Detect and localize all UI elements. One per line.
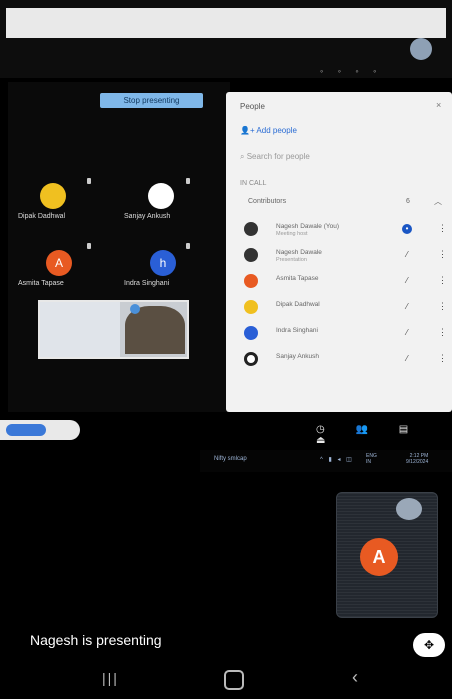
clock-date: 9/12/2024 <box>406 459 429 465</box>
search-people-input[interactable]: ⌕ Search for people <box>240 152 310 162</box>
mic-muted-icon <box>396 498 422 520</box>
participant-avatar <box>244 274 258 288</box>
windows-taskbar: Nifty smlcap ^ ▮ ◂ ◫ ENG IN 2:12 PM 9/12… <box>200 450 452 472</box>
video-background <box>40 302 120 357</box>
participant-name: Dipak Dadhwal <box>18 213 66 220</box>
more-options-icon[interactable]: ⋮ <box>438 327 447 338</box>
meeting-stage <box>8 82 230 412</box>
window-controls[interactable]: ◦ ◦ ◦ ◦ <box>320 66 440 78</box>
add-person-icon: 👤+ <box>240 126 257 135</box>
participant-name: Nagesh Dawale <box>276 249 322 256</box>
mic-off-icon <box>87 243 91 249</box>
participant-avatar <box>244 300 258 314</box>
mic-off-icon <box>87 178 91 184</box>
more-options-icon[interactable]: ⋮ <box>438 353 447 364</box>
participant-avatar <box>40 183 66 209</box>
participant-name: Asmita Tapase <box>18 280 64 287</box>
presentation-icon <box>244 248 258 262</box>
mic-muted-icon[interactable] <box>410 38 432 60</box>
mic-active-icon[interactable]: • <box>402 224 412 234</box>
participant-row[interactable]: Sanjay Ankush ⁄ ⋮ <box>226 348 452 372</box>
participant-avatar <box>244 352 258 366</box>
more-options-icon[interactable]: ⋮ <box>438 301 447 312</box>
mic-off-icon[interactable]: ⁄ <box>402 250 412 260</box>
search-placeholder: Search for people <box>246 152 310 161</box>
meeting-toolbar[interactable]: ◷ 👥 ▤ ⏏ <box>316 424 452 446</box>
contributors-heading[interactable]: Contributors <box>248 198 286 205</box>
add-people-button[interactable]: 👤+ Add people <box>240 126 297 135</box>
search-icon: ⌕ <box>240 152 247 161</box>
close-icon[interactable]: × <box>436 100 441 110</box>
participant-name: Indra Singhani <box>276 327 318 334</box>
participant-avatar <box>148 183 174 209</box>
people-panel: People × 👤+ Add people ⌕ Search for peop… <box>226 92 452 412</box>
participant-row[interactable]: Asmita Tapase ⁄ ⋮ <box>226 270 452 294</box>
panel-title: People <box>240 102 265 111</box>
clock[interactable]: 2:12 PM 9/12/2024 <box>406 453 428 465</box>
add-people-label: Add people <box>256 126 297 135</box>
language-indicator[interactable]: ENG IN <box>366 453 377 465</box>
more-options-icon[interactable]: ⋮ <box>438 249 447 260</box>
participant-row[interactable]: Indra Singhani ⁄ ⋮ <box>226 322 452 346</box>
mic-off-icon <box>186 243 190 249</box>
stop-presenting-button[interactable]: Stop presenting <box>100 93 203 108</box>
home-icon[interactable] <box>224 670 244 690</box>
mic-off-icon[interactable]: ⁄ <box>402 354 412 364</box>
layout-button[interactable]: ✥ <box>413 633 445 657</box>
mic-off-icon[interactable]: ⁄ <box>402 302 412 312</box>
chevron-up-icon[interactable]: ︿ <box>434 196 442 207</box>
recents-icon[interactable]: ||| <box>102 670 119 686</box>
active-toggle[interactable] <box>6 424 46 436</box>
presentation-video[interactable] <box>38 300 189 359</box>
speaking-icon <box>130 304 140 314</box>
participant-role: Presentation <box>276 257 307 263</box>
more-options-icon[interactable]: ⋮ <box>438 223 447 234</box>
participant-name: Sanjay Ankush <box>124 213 171 220</box>
self-avatar: A <box>360 538 398 576</box>
presenting-status: Nagesh is presenting <box>30 632 162 648</box>
participant-name: Nagesh Dawale (You) <box>276 223 339 230</box>
mic-off-icon[interactable]: ⁄ <box>402 328 412 338</box>
participant-avatar <box>244 222 258 236</box>
taskbar-app-label[interactable]: Nifty smlcap <box>214 456 247 462</box>
participant-avatar <box>244 326 258 340</box>
address-strip <box>6 8 446 38</box>
participant-role: Meeting host <box>276 231 308 237</box>
participant-avatar: A <box>46 250 72 276</box>
more-options-icon[interactable]: ⋮ <box>438 275 447 286</box>
participant-name: Dipak Dadhwal <box>276 301 320 308</box>
participant-avatar: h <box>150 250 176 276</box>
in-call-heading: IN CALL <box>240 180 267 187</box>
participant-name: Asmita Tapase <box>276 275 319 282</box>
back-icon[interactable]: ‹ <box>352 667 358 688</box>
mic-off-icon[interactable]: ⁄ <box>402 276 412 286</box>
language-bottom: IN <box>366 459 371 465</box>
contributors-count: 6 <box>406 198 410 205</box>
system-tray-icons[interactable]: ^ ▮ ◂ ◫ <box>320 456 354 463</box>
participant-row[interactable]: Dipak Dadhwal ⁄ ⋮ <box>226 296 452 320</box>
participant-name: Sanjay Ankush <box>276 353 320 360</box>
mic-off-icon <box>186 178 190 184</box>
participant-row[interactable]: Nagesh Dawale (You) Meeting host • ⋮ <box>226 218 452 242</box>
participant-row[interactable]: Nagesh Dawale Presentation ⁄ ⋮ <box>226 244 452 268</box>
participant-name: Indra Singhani <box>124 280 170 287</box>
